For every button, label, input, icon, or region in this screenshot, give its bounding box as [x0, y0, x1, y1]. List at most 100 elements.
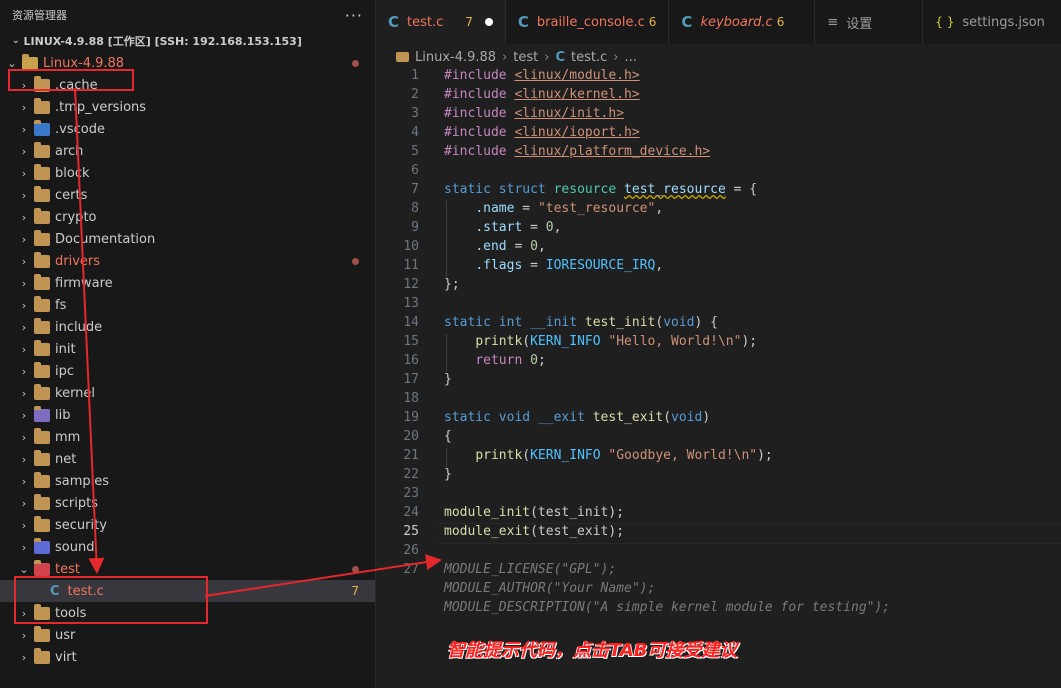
tree-item[interactable]: › certs — [0, 184, 375, 206]
tree-item-label: Linux-4.9.88 — [43, 55, 125, 71]
code-token: KERN_INFO — [530, 334, 601, 349]
code-token: } — [444, 372, 452, 387]
folder-icon — [34, 141, 50, 158]
tree-item[interactable]: › fs — [0, 294, 375, 316]
tree-item-label: tools — [55, 605, 87, 621]
breadcrumb-file[interactable]: test.c — [571, 50, 607, 65]
tree-item[interactable]: › net — [0, 448, 375, 470]
code-token: 0 — [530, 239, 538, 254]
folder-icon — [34, 471, 50, 488]
folder-icon — [34, 273, 50, 290]
unsaved-dot-icon[interactable] — [484, 18, 493, 26]
code-line: module_init(test_init); — [444, 505, 625, 520]
folder-icon — [34, 515, 50, 532]
line-number: 23 — [403, 486, 419, 501]
chevron-icon: ⌄ — [19, 562, 29, 576]
tree-item[interactable]: › Documentation — [0, 228, 375, 250]
tree-item[interactable]: › sound — [0, 536, 375, 558]
more-actions-icon[interactable]: ··· — [345, 6, 363, 25]
tree-item-label: arch — [55, 143, 84, 159]
tab-settings[interactable]: ≡ 设置 — [815, 0, 924, 44]
breadcrumb-folder[interactable]: test — [513, 50, 538, 65]
ghost-suggestion: MODULE_DESCRIPTION("A simple kernel modu… — [444, 600, 891, 615]
line-number: 11 — [403, 258, 419, 273]
c-file-icon: C — [517, 13, 529, 31]
tree-item-label: block — [55, 165, 90, 181]
tree-item[interactable]: ⌄ test — [0, 558, 375, 580]
tree-item[interactable]: › firmware — [0, 272, 375, 294]
modified-dot-icon — [352, 60, 359, 67]
tree-item-label: test — [55, 561, 80, 577]
tree-item[interactable]: › init — [0, 338, 375, 360]
tree-item[interactable]: Ctest.c 7 — [0, 580, 375, 602]
code-line: MODULE_LICENSE("GPL"); — [444, 562, 616, 577]
code-line: .end = 0, — [475, 239, 546, 254]
tree-item-label: include — [55, 319, 103, 335]
folder-icon — [34, 559, 50, 576]
code-token: printk — [475, 448, 523, 463]
chevron-icon: › — [21, 78, 27, 92]
tree-item[interactable]: › mm — [0, 426, 375, 448]
chevron-icon: › — [21, 298, 27, 312]
breadcrumb-tail[interactable]: ... — [624, 50, 636, 65]
tree-item-label: kernel — [55, 385, 96, 401]
tree-item[interactable]: › crypto — [0, 206, 375, 228]
folder-icon — [34, 295, 50, 312]
tree-item[interactable]: › drivers — [0, 250, 375, 272]
tree-item[interactable]: › ipc — [0, 360, 375, 382]
include-keyword: #include — [444, 125, 507, 140]
tree-item[interactable]: › .tmp_versions — [0, 96, 375, 118]
c-file-icon: C — [388, 13, 400, 31]
indent-guide — [446, 334, 447, 372]
code-token: void — [498, 410, 531, 425]
include-path: <linux/module.h> — [514, 68, 640, 83]
chevron-icon: › — [21, 342, 27, 356]
ghost-suggestion-line: MODULE_AUTHOR("Your Name"); — [444, 581, 655, 596]
line-number: 12 — [403, 277, 419, 292]
tree-item[interactable]: ⌄ Linux-4.9.88 — [0, 52, 375, 74]
line-number: 14 — [403, 315, 419, 330]
line-number: 5 — [411, 144, 419, 159]
folder-icon — [34, 185, 50, 202]
folder-icon — [34, 251, 50, 268]
include-keyword: #include — [444, 106, 507, 121]
code-line: module_exit(test_exit); — [444, 524, 625, 539]
folder-icon — [34, 339, 50, 356]
tree-item[interactable]: › include — [0, 316, 375, 338]
chevron-icon: › — [21, 386, 27, 400]
folder-icon — [34, 427, 50, 444]
tree-item[interactable]: › usr — [0, 624, 375, 646]
include-path: <linux/init.h> — [514, 106, 625, 121]
problem-count: 7 — [351, 584, 359, 598]
tree-item[interactable]: › security — [0, 514, 375, 536]
tab-test-c[interactable]: Ctest.c 7 — [376, 0, 506, 44]
line-number: 4 — [411, 125, 419, 140]
code-token: module_init — [444, 505, 531, 520]
code-token: test_resource — [624, 182, 726, 197]
tree-item[interactable]: › .vscode — [0, 118, 375, 140]
tree-item[interactable]: › arch — [0, 140, 375, 162]
tab-bar: Ctest.c 7 Cbraille_console.c 6 Ckeyboard.c… — [376, 0, 1061, 44]
chevron-icon: › — [21, 606, 27, 620]
tree-item-label: Documentation — [55, 231, 156, 247]
folder-icon — [34, 449, 50, 466]
tree-item[interactable]: › kernel — [0, 382, 375, 404]
tree-item[interactable]: › virt — [0, 646, 375, 668]
code-line: #include <linux/kernel.h> — [444, 87, 640, 102]
include-keyword: #include — [444, 68, 507, 83]
tab-braille-console[interactable]: Cbraille_console.c 6 — [505, 0, 670, 44]
tree-item[interactable]: › tools — [0, 602, 375, 624]
tree-item-label: ipc — [55, 363, 75, 379]
breadcrumb-root[interactable]: Linux-4.9.88 — [415, 50, 496, 65]
tree-item[interactable]: › samples — [0, 470, 375, 492]
tree-item[interactable]: › .cache — [0, 74, 375, 96]
tab-keyboard[interactable]: Ckeyboard.c 6 — [669, 0, 816, 44]
workspace-title[interactable]: ⌄ LINUX-4.9.88 [工作区] [SSH: 192.168.153.15… — [0, 30, 375, 52]
tab-settings-json[interactable]: { } settings.json — [923, 0, 1061, 44]
tree-item[interactable]: › lib — [0, 404, 375, 426]
tree-item[interactable]: › scripts — [0, 492, 375, 514]
folder-icon — [34, 207, 50, 224]
code-token: 0 — [530, 353, 538, 368]
code-line: } — [444, 372, 452, 387]
tree-item[interactable]: › block — [0, 162, 375, 184]
